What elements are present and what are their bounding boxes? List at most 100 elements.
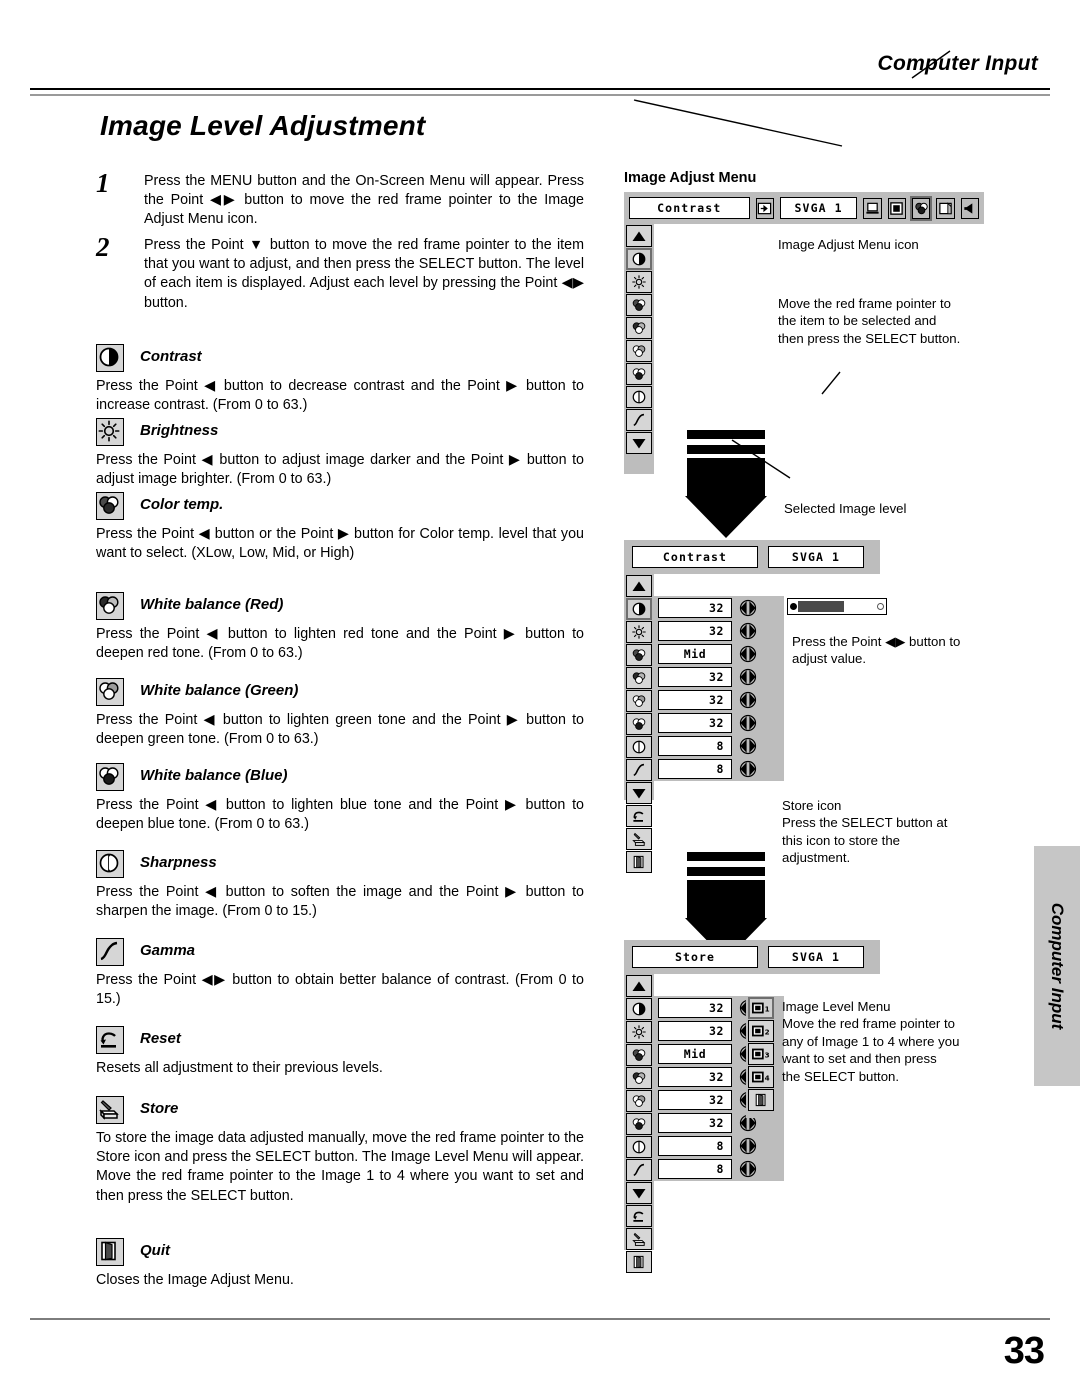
image-adjust-icon[interactable] bbox=[909, 195, 933, 221]
step-2-number: 2 bbox=[96, 232, 110, 262]
adjust-arrows-icon[interactable] bbox=[736, 690, 760, 710]
scroll-up-icon[interactable] bbox=[626, 575, 652, 597]
value-row[interactable]: 32 bbox=[658, 620, 780, 642]
contrast-icon[interactable] bbox=[626, 248, 652, 270]
white-balance-blue-icon[interactable] bbox=[626, 1113, 652, 1135]
item-gamma: Gamma Press the Point ◀▶ button to obtai… bbox=[96, 938, 584, 1009]
item-description: Press the Point ◀ button to decrease con… bbox=[96, 378, 584, 414]
value-field: 32 bbox=[658, 1090, 732, 1110]
image-3-icon[interactable]: 3 bbox=[748, 1043, 774, 1065]
adjust-arrows-icon[interactable] bbox=[736, 667, 760, 687]
store-icon bbox=[96, 1096, 124, 1124]
reset-icon[interactable] bbox=[626, 1205, 652, 1227]
sharpness-icon[interactable] bbox=[626, 1136, 652, 1158]
sound-icon[interactable] bbox=[960, 197, 979, 219]
color-temp-icon[interactable] bbox=[626, 1044, 652, 1066]
svg-text:4: 4 bbox=[765, 1074, 770, 1083]
value-row[interactable]: 8 bbox=[658, 758, 780, 780]
white-balance-red-icon[interactable] bbox=[626, 667, 652, 689]
diagram-column: Image Adjust Menu Contrast SVGA 1 Image … bbox=[612, 0, 1072, 1300]
item-white-balance-green: White balance (Green) Press the Point ◀ … bbox=[96, 678, 584, 749]
reset-icon[interactable] bbox=[626, 805, 652, 827]
sharpness-icon[interactable] bbox=[626, 386, 652, 408]
value-row[interactable]: 32 bbox=[658, 597, 780, 619]
adjust-arrows-icon[interactable] bbox=[736, 736, 760, 756]
osd-value-rows-2: 32 32 Mid 32 32 32 8 8 bbox=[654, 596, 784, 781]
value-field: 8 bbox=[658, 1136, 732, 1156]
screen-icon[interactable] bbox=[887, 197, 907, 219]
image-4-icon[interactable]: 4 bbox=[748, 1066, 774, 1088]
value-slider[interactable] bbox=[787, 598, 887, 615]
gamma-icon[interactable] bbox=[626, 409, 652, 431]
computer-icon[interactable] bbox=[863, 197, 882, 219]
value-row[interactable]: 8 bbox=[658, 735, 780, 757]
gamma-icon[interactable] bbox=[626, 1159, 652, 1181]
sharpness-icon[interactable] bbox=[626, 736, 652, 758]
item-white-balance-blue: White balance (Blue) Press the Point ◀ b… bbox=[96, 763, 584, 834]
item-label: Color temp. bbox=[140, 496, 224, 513]
item-label: Brightness bbox=[140, 422, 219, 439]
image-2-icon[interactable]: 2 bbox=[748, 1020, 774, 1042]
scroll-down-icon[interactable] bbox=[626, 1182, 652, 1204]
color-temp-icon[interactable] bbox=[626, 294, 652, 316]
brightness-icon[interactable] bbox=[626, 271, 652, 293]
white-balance-blue-icon[interactable] bbox=[626, 363, 652, 385]
adjust-arrows-icon[interactable] bbox=[736, 644, 760, 664]
adjust-arrows-icon[interactable] bbox=[736, 713, 760, 733]
contrast-icon[interactable] bbox=[626, 598, 652, 620]
color-temp-icon[interactable] bbox=[626, 644, 652, 666]
store-icon[interactable] bbox=[626, 828, 652, 850]
step-1-text: Press the MENU button and the On-Screen … bbox=[144, 173, 584, 228]
adjust-arrows-icon[interactable] bbox=[736, 1159, 760, 1179]
value-row[interactable]: Mid bbox=[658, 643, 780, 665]
quit-icon[interactable] bbox=[626, 1251, 652, 1273]
white-balance-green-icon[interactable] bbox=[626, 1090, 652, 1112]
gamma-icon[interactable] bbox=[626, 759, 652, 781]
value-row[interactable]: 8 bbox=[658, 1135, 780, 1157]
value-row[interactable]: 32 bbox=[658, 689, 780, 711]
item-label: Quit bbox=[140, 1242, 170, 1259]
slider-fill bbox=[798, 601, 844, 612]
white-balance-red-icon[interactable] bbox=[626, 317, 652, 339]
adjust-arrows-icon[interactable] bbox=[736, 621, 760, 641]
contrast-icon[interactable] bbox=[626, 998, 652, 1020]
adjust-arrows-icon[interactable] bbox=[736, 598, 760, 618]
value-row[interactable]: 8 bbox=[658, 1158, 780, 1180]
brightness-icon[interactable] bbox=[626, 621, 652, 643]
adjust-arrows-icon[interactable] bbox=[736, 759, 760, 779]
value-field: 32 bbox=[658, 1021, 732, 1041]
brightness-icon[interactable] bbox=[626, 1021, 652, 1043]
white-balance-blue-icon bbox=[96, 763, 124, 791]
store-icon[interactable] bbox=[626, 1228, 652, 1250]
white-balance-green-icon[interactable] bbox=[626, 340, 652, 362]
item-description: Press the Point ◀▶ button to obtain bett… bbox=[96, 972, 584, 1008]
quit-icon[interactable] bbox=[748, 1089, 774, 1111]
white-balance-blue-icon[interactable] bbox=[626, 713, 652, 735]
scroll-up-icon[interactable] bbox=[626, 225, 652, 247]
item-description: Closes the Image Adjust Menu. bbox=[96, 1272, 294, 1288]
input-icon[interactable] bbox=[755, 197, 774, 219]
color-temp-icon bbox=[96, 492, 124, 520]
scroll-up-icon[interactable] bbox=[626, 975, 652, 997]
callout-adjust-value: Press the Point ◀▶ button to adjust valu… bbox=[792, 634, 961, 667]
quit-icon[interactable] bbox=[626, 851, 652, 873]
white-balance-green-icon[interactable] bbox=[626, 690, 652, 712]
callout-selected-image-level: Selected Image level bbox=[784, 501, 907, 516]
value-field: 32 bbox=[658, 621, 732, 641]
scroll-down-icon[interactable] bbox=[626, 432, 652, 454]
image-1-icon[interactable]: 1 bbox=[748, 997, 774, 1019]
value-row[interactable]: 32 bbox=[658, 666, 780, 688]
adjust-arrows-icon[interactable] bbox=[736, 1136, 760, 1156]
step-2: 2 Press the Point ▼ button to move the r… bbox=[96, 232, 584, 313]
osd-icon-column-1 bbox=[624, 224, 654, 474]
value-row[interactable]: 32 bbox=[658, 712, 780, 734]
pc-adjust-icon[interactable] bbox=[936, 197, 955, 219]
scroll-down-icon[interactable] bbox=[626, 782, 652, 804]
step-1-number: 1 bbox=[96, 168, 110, 198]
osd-menu-bar-1: Contrast SVGA 1 bbox=[624, 192, 984, 224]
item-label: Sharpness bbox=[140, 854, 217, 871]
item-brightness: Brightness Press the Point ◀ button to a… bbox=[96, 418, 584, 489]
white-balance-red-icon[interactable] bbox=[626, 1067, 652, 1089]
contrast-icon bbox=[96, 344, 124, 372]
step-2-text: Press the Point ▼ button to move the red… bbox=[144, 237, 584, 311]
